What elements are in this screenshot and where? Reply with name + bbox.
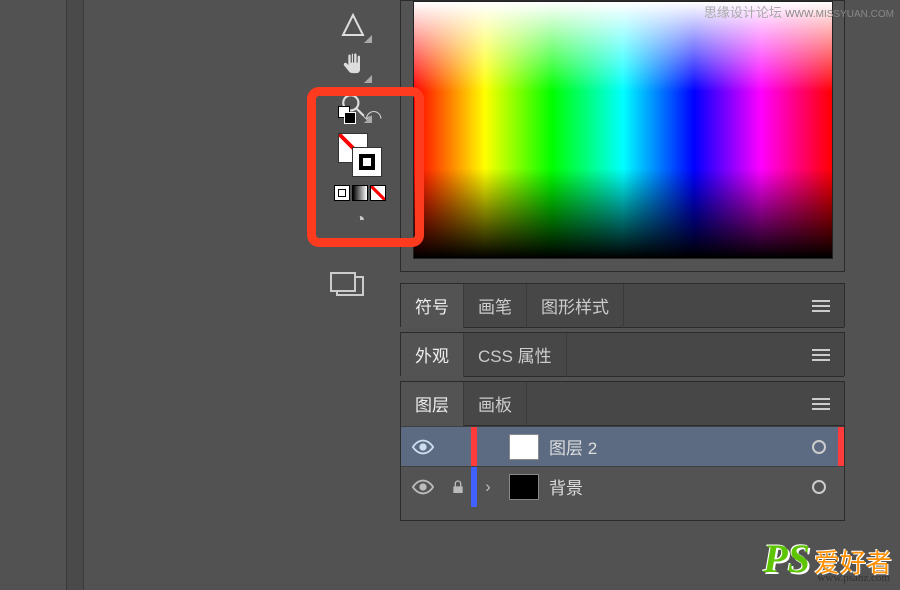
target-icon[interactable] [812, 440, 826, 454]
panel-menu-icon[interactable] [798, 349, 844, 361]
tab-layers[interactable]: 图层 [401, 382, 464, 426]
hand-tool[interactable] [332, 45, 374, 85]
layers-panel: 图层 画板 图层 2 › 背景 [400, 381, 845, 521]
tab-graphic-styles[interactable]: 图形样式 [527, 284, 624, 328]
canvas-scrollbar[interactable] [66, 0, 84, 590]
panel-menu-icon[interactable] [798, 398, 844, 410]
tab-artboards[interactable]: 画板 [464, 382, 527, 426]
layer-row[interactable]: › 背景 [401, 466, 844, 506]
layer-row[interactable]: 图层 2 [401, 426, 844, 466]
color-spectrum[interactable] [413, 1, 833, 259]
expand-icon[interactable]: › [477, 477, 499, 497]
shape-tool[interactable] [332, 5, 374, 45]
annotation-highlight [307, 87, 424, 247]
color-panel [400, 0, 845, 272]
panel-menu-icon[interactable] [798, 300, 844, 312]
tab-symbols[interactable]: 符号 [401, 284, 464, 328]
layer-thumbnail [509, 434, 539, 460]
layer-thumbnail [509, 474, 539, 500]
target-icon[interactable] [812, 480, 826, 494]
appearance-panel: 外观 CSS 属性 [400, 332, 845, 376]
tab-appearance[interactable]: 外观 [401, 333, 464, 377]
layer-name: 图层 2 [549, 434, 597, 459]
tab-css-properties[interactable]: CSS 属性 [464, 333, 567, 377]
watermark-top: 思缘设计论坛 WWW.MISSYUAN.COM [704, 2, 894, 21]
tab-brushes[interactable]: 画笔 [464, 284, 527, 328]
visibility-icon[interactable] [401, 436, 445, 458]
watermark-bottom: PS 爱好者 www.psahz.com [763, 535, 892, 582]
layer-name: 背景 [549, 474, 583, 499]
screen-mode-icon[interactable] [336, 258, 364, 296]
symbols-panel: 符号 画笔 图形样式 [400, 283, 845, 327]
visibility-icon[interactable] [401, 476, 445, 498]
lock-icon[interactable] [445, 479, 471, 495]
layer-color [471, 427, 477, 467]
selection-indicator [838, 427, 844, 466]
